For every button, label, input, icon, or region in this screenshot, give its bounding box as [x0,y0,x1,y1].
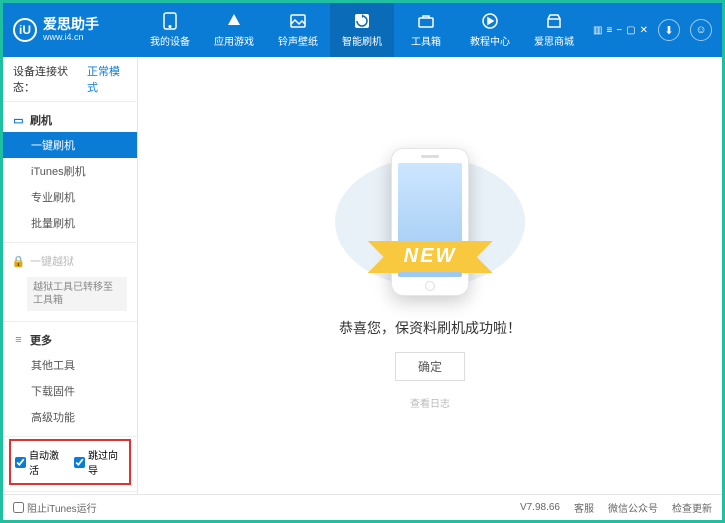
skip-guide-input[interactable] [74,457,85,468]
sidebar-flash-title: 刷机 [30,112,52,128]
nav-label: 我的设备 [150,33,190,48]
block-itunes-label: 阻止iTunes运行 [27,500,97,515]
nav-label: 智能刷机 [342,33,382,48]
lock-icon: 🔒 [13,255,24,268]
sidebar-item-download[interactable]: 下载固件 [3,378,137,404]
jailbreak-note: 越狱工具已转移至工具箱 [27,277,127,311]
block-itunes-input[interactable] [13,502,24,513]
success-message: 恭喜您，保资料刷机成功啦！ [339,318,521,338]
close-icon[interactable]: ✕ [640,25,648,36]
nav-tutorial[interactable]: 教程中心 [458,3,522,57]
more-icon: ≡ [13,334,24,346]
checkbox-highlight: 自动激活 跳过向导 [9,439,131,485]
block-itunes-checkbox[interactable]: 阻止iTunes运行 [13,500,97,515]
service-link[interactable]: 客服 [574,500,594,515]
sidebar-more-header[interactable]: ≡ 更多 [3,328,137,352]
sidebar-more-title: 更多 [30,332,52,348]
sidebar-item-itunes[interactable]: iTunes刷机 [3,158,137,184]
brand: iU 爱思助手 www.i4.cn [3,17,138,42]
nav-label: 工具箱 [411,33,441,48]
sidebar-jailbreak-title: 一键越狱 [30,253,74,269]
skip-guide-checkbox[interactable]: 跳过向导 [74,447,125,477]
sidebar-jailbreak-header[interactable]: 🔒 一键越狱 [3,249,137,273]
nav-label: 应用游戏 [214,33,254,48]
play-icon [481,12,499,30]
footer: 阻止iTunes运行 V7.98.66 客服 微信公众号 检查更新 [3,494,722,520]
maximize-icon[interactable]: ▢ [626,25,635,36]
device-status: 设备连接状态： 正常模式 [3,57,137,102]
top-nav: 我的设备 应用游戏 铃声壁纸 智能刷机 工具箱 教程中心 [138,3,593,57]
minimize-icon[interactable]: − [616,25,622,36]
sidebar-item-pro[interactable]: 专业刷机 [3,184,137,210]
version-label: V7.98.66 [520,502,560,513]
nav-label: 爱思商城 [534,33,574,48]
auto-activate-label: 自动激活 [29,447,66,477]
update-link[interactable]: 检查更新 [672,500,712,515]
brand-title: 爱思助手 [43,17,99,32]
phone-illustration: NEW [335,142,525,302]
download-button[interactable]: ⬇ [658,19,680,41]
confirm-button[interactable]: 确定 [395,352,465,381]
menu-icon[interactable]: ▥ [593,25,602,36]
nav-label: 教程中心 [470,33,510,48]
sidebar-item-other[interactable]: 其他工具 [3,352,137,378]
view-log-link[interactable]: 查看日志 [410,395,450,410]
brand-logo-icon: iU [13,18,37,42]
toolbox-icon [417,12,435,30]
auto-activate-checkbox[interactable]: 自动激活 [15,447,66,477]
nav-label: 铃声壁纸 [278,33,318,48]
nav-flash[interactable]: 智能刷机 [330,3,394,57]
main-content: NEW 恭喜您，保资料刷机成功啦！ 确定 查看日志 [138,57,722,494]
status-value: 正常模式 [87,63,127,95]
refresh-icon [353,12,371,30]
user-button[interactable]: ☺ [690,19,712,41]
sidebar-item-batch[interactable]: 批量刷机 [3,210,137,236]
new-ribbon: NEW [388,241,473,272]
header: iU 爱思助手 www.i4.cn 我的设备 应用游戏 铃声壁纸 智能刷机 [3,3,722,57]
store-icon [545,12,563,30]
sidebar-flash-header[interactable]: ▭ 刷机 [3,108,137,132]
nav-toolbox[interactable]: 工具箱 [394,3,458,57]
flash-icon: ▭ [13,114,24,127]
window-controls: ▥ ≡ − ▢ ✕ ⬇ ☺ [593,19,722,41]
app-window: iU 爱思助手 www.i4.cn 我的设备 应用游戏 铃声壁纸 智能刷机 [0,0,725,523]
brand-url: www.i4.cn [43,33,99,43]
settings-icon[interactable]: ≡ [606,25,612,36]
status-label: 设备连接状态： [13,63,83,95]
wallpaper-icon [289,12,307,30]
wechat-link[interactable]: 微信公众号 [608,500,658,515]
nav-store[interactable]: 爱思商城 [522,3,586,57]
auto-activate-input[interactable] [15,457,26,468]
sidebar: 设备连接状态： 正常模式 ▭ 刷机 一键刷机 iTunes刷机 专业刷机 批量刷… [3,57,138,494]
nav-ringtone[interactable]: 铃声壁纸 [266,3,330,57]
nav-my-device[interactable]: 我的设备 [138,3,202,57]
nav-apps[interactable]: 应用游戏 [202,3,266,57]
sidebar-item-oneclick[interactable]: 一键刷机 [3,132,137,158]
skip-guide-label: 跳过向导 [88,447,125,477]
sidebar-item-advanced[interactable]: 高级功能 [3,404,137,430]
apps-icon [225,12,243,30]
phone-icon [161,12,179,30]
